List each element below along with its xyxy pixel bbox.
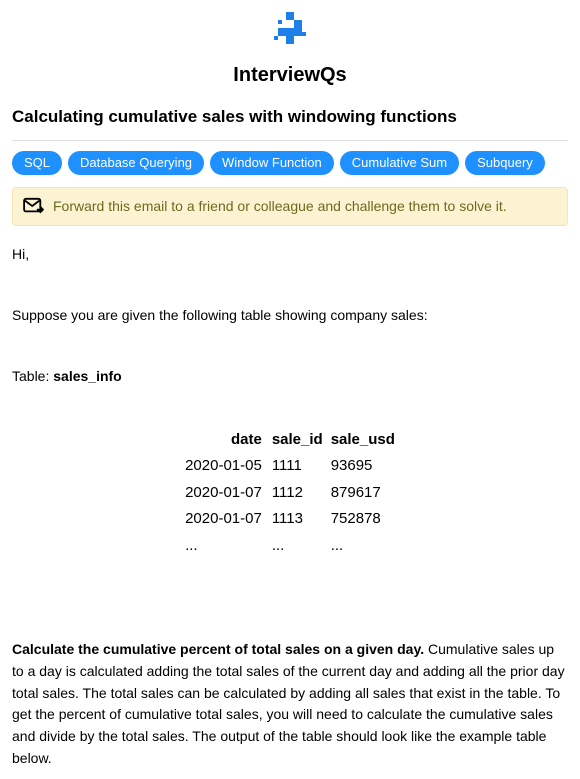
table-label-prefix: Table:: [12, 368, 53, 384]
table-label: Table: sales_info: [12, 366, 568, 387]
cell: ...: [327, 533, 399, 560]
greeting: Hi,: [12, 244, 568, 265]
page-title: Calculating cumulative sales with window…: [12, 104, 568, 130]
cell: 879617: [327, 480, 399, 507]
cell: 1112: [268, 480, 327, 507]
mail-forward-icon: [23, 197, 45, 215]
forward-banner: Forward this email to a friend or collea…: [12, 187, 568, 226]
tag-database-querying[interactable]: Database Querying: [68, 151, 204, 175]
table-row: 2020-01-07 1113 752878: [181, 506, 399, 533]
cell: 2020-01-07: [181, 480, 268, 507]
logo-icon: [266, 12, 314, 52]
brand-name: InterviewQs: [12, 60, 568, 90]
divider: [12, 140, 568, 141]
intro-text: Suppose you are given the following tabl…: [12, 305, 568, 326]
table-header-row: date sale_id sale_usd: [181, 427, 399, 454]
question-paragraph: Calculate the cumulative percent of tota…: [12, 639, 568, 769]
cell: 752878: [327, 506, 399, 533]
tag-cumulative-sum[interactable]: Cumulative Sum: [340, 151, 459, 175]
tag-list: SQL Database Querying Window Function Cu…: [12, 151, 568, 175]
col-sale-id: sale_id: [268, 427, 327, 454]
table-name: sales_info: [53, 368, 121, 384]
tag-window-function[interactable]: Window Function: [210, 151, 334, 175]
banner-text: Forward this email to a friend or collea…: [53, 196, 507, 217]
tag-sql[interactable]: SQL: [12, 151, 62, 175]
col-sale-usd: sale_usd: [327, 427, 399, 454]
table-row: 2020-01-07 1112 879617: [181, 480, 399, 507]
cell: 1111: [268, 453, 327, 480]
question-body: Cumulative sales up to a day is calculat…: [12, 641, 565, 765]
sales-table: date sale_id sale_usd 2020-01-05 1111 93…: [181, 427, 399, 560]
cell: 2020-01-07: [181, 506, 268, 533]
question-lead: Calculate the cumulative percent of tota…: [12, 641, 424, 657]
header-logo: InterviewQs: [12, 10, 568, 96]
cell: 93695: [327, 453, 399, 480]
table-row: ... ... ...: [181, 533, 399, 560]
table-wrapper: date sale_id sale_usd 2020-01-05 1111 93…: [12, 427, 568, 560]
cell: ...: [268, 533, 327, 560]
table-row: 2020-01-05 1111 93695: [181, 453, 399, 480]
cell: 1113: [268, 506, 327, 533]
cell: ...: [181, 533, 268, 560]
tag-subquery[interactable]: Subquery: [465, 151, 545, 175]
cell: 2020-01-05: [181, 453, 268, 480]
col-date: date: [181, 427, 268, 454]
